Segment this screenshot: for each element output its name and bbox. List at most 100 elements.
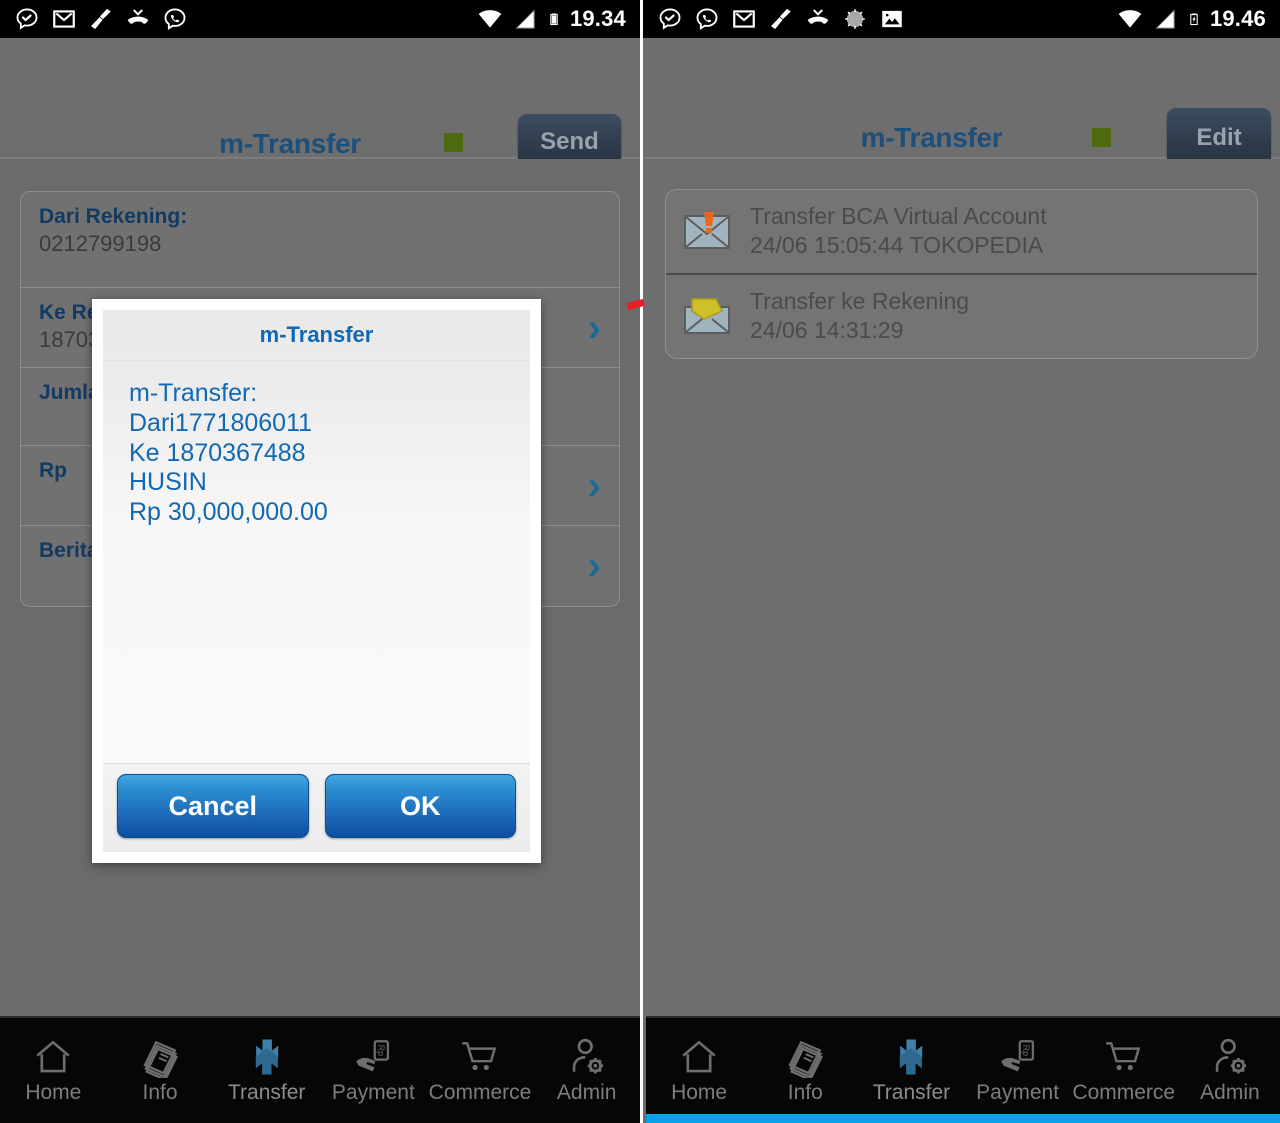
missed-call-icon (807, 9, 829, 24)
chevron-right-icon: › (587, 463, 601, 508)
nav-item-admin[interactable]: Admin (1177, 1018, 1280, 1103)
list-item[interactable]: Transfer ke Rekening 24/06 14:31:29 (666, 275, 1257, 358)
envelope-unread-icon (682, 210, 736, 252)
shopping-cart-icon (1099, 1030, 1149, 1078)
nav-label: Home (25, 1081, 82, 1104)
bottom-accent-bar (646, 1114, 1280, 1123)
nav-label: Commerce (1072, 1081, 1176, 1104)
cancel-button[interactable]: Cancel (117, 774, 309, 838)
payment-hand-money-icon: Rp (995, 1030, 1041, 1078)
chevron-right-icon: › (587, 305, 601, 350)
nav-item-transfer[interactable]: Transfer (858, 1018, 964, 1103)
status-bar-clock: 19.34 (569, 6, 626, 31)
dialog-title: m-Transfer (103, 310, 530, 361)
info-books-icon (782, 1030, 828, 1078)
chat-check-icon (659, 8, 681, 30)
transfer-arrows-icon (244, 1030, 290, 1078)
gmail-icon (53, 10, 75, 28)
admin-user-gear-icon (564, 1030, 610, 1078)
dialog-body: m-Transfer: Dari1771806011 Ke 1870367488… (103, 361, 530, 763)
nav-label: Admin (1200, 1081, 1260, 1104)
nav-label: Home (671, 1081, 728, 1104)
status-bar-right: 19.46 (643, 0, 1280, 38)
broom-icon (771, 8, 791, 30)
svg-text:Rp: Rp (1021, 1045, 1031, 1056)
nav-item-commerce[interactable]: Commerce (1071, 1018, 1177, 1103)
whatsapp-icon (164, 8, 186, 31)
message-list: Transfer BCA Virtual Account 24/06 15:05… (665, 189, 1258, 359)
nav-label: Transfer (872, 1081, 951, 1104)
wifi-icon (1118, 10, 1142, 28)
app-title-bar-right: m-Transfer Edit (643, 38, 1280, 168)
wifi-icon (478, 10, 502, 28)
payment-hand-money-icon: Rp (350, 1030, 396, 1078)
message-text: Transfer BCA Virtual Account 24/06 15:05… (750, 202, 1047, 261)
nav-label: Admin (556, 1081, 617, 1104)
nav-label: Info (787, 1081, 823, 1104)
image-icon (882, 10, 902, 28)
shopping-cart-icon (455, 1030, 505, 1078)
nav-item-home[interactable]: Home (0, 1018, 107, 1103)
ok-button[interactable]: OK (324, 774, 516, 838)
field-value: 0212799198 (39, 231, 162, 257)
home-icon (30, 1030, 76, 1078)
bottom-nav-left: Home Info Transfer Rp Payment Commerce A… (0, 1016, 640, 1123)
status-indicator-dot (444, 133, 463, 152)
nav-label: Payment (331, 1081, 415, 1104)
status-bar-system-icons: 19.34 (477, 6, 626, 32)
nav-label: Transfer (227, 1081, 306, 1104)
status-bar-notification-icons (14, 6, 188, 32)
dialog-line: Dari1771806011 (129, 408, 313, 437)
nav-item-commerce[interactable]: Commerce (427, 1018, 534, 1103)
message-subject: Transfer ke Rekening (750, 287, 970, 314)
spinner-icon (845, 9, 865, 29)
dialog-footer: Cancel OK (103, 763, 530, 852)
gmail-icon (733, 10, 755, 28)
battery-charging-icon (1190, 13, 1198, 26)
message-subject: Transfer BCA Virtual Account (750, 203, 1047, 229)
nav-item-info[interactable]: Info (752, 1018, 858, 1103)
status-bar-notification-icons (657, 6, 905, 32)
message-text: Transfer ke Rekening 24/06 14:31:29 (750, 287, 969, 346)
whatsapp-icon (696, 8, 718, 31)
nav-item-info[interactable]: Info (107, 1018, 214, 1103)
dialog-line: m-Transfer: (129, 379, 258, 407)
signal-icon (515, 9, 535, 29)
status-bar-clock: 19.46 (1209, 6, 1266, 31)
envelope-open-icon (682, 295, 736, 337)
nav-label: Info (142, 1081, 178, 1104)
nav-item-payment[interactable]: Rp Payment (965, 1018, 1071, 1103)
dual-screenshot-composite: 19.34 m-Transfer Send Dari Rekening: 021… (0, 0, 1280, 1123)
dialog-line: Rp 30,000,000.00 (129, 498, 328, 526)
status-bar-system-icons: 19.46 (1117, 6, 1266, 32)
nav-item-payment[interactable]: Rp Payment (320, 1018, 427, 1103)
signal-icon (1155, 9, 1175, 29)
battery-icon (550, 13, 558, 26)
field-row-dari-rekening[interactable]: Dari Rekening: 0212799198 (21, 192, 619, 288)
bottom-nav-right: Home Info Transfer Rp Payment Commerce A… (646, 1016, 1280, 1123)
message-meta: 24/06 14:31:29 (750, 317, 904, 344)
message-meta: 24/06 15:05:44 TOKOPEDIA (750, 232, 1044, 259)
missed-call-icon (127, 9, 149, 24)
field-label: Dari Rekening: (39, 205, 188, 228)
status-bar-left: 19.34 (0, 0, 640, 38)
dialog-line: HUSIN (129, 468, 207, 497)
nav-item-admin[interactable]: Admin (533, 1018, 640, 1103)
list-item[interactable]: Transfer BCA Virtual Account 24/06 15:05… (666, 190, 1257, 275)
screen-left-transfer-confirm: 19.34 m-Transfer Send Dari Rekening: 021… (0, 0, 640, 1123)
app-title-bar-left: m-Transfer Send (0, 38, 640, 170)
svg-text:Rp: Rp (376, 1045, 386, 1056)
chevron-right-icon: › (587, 544, 601, 588)
screen-right-transfer-success: 19.46 m-Transfer Edit Transfer BCA Virtu… (640, 0, 1280, 1123)
nav-item-home[interactable]: Home (646, 1018, 752, 1103)
nav-item-transfer[interactable]: Transfer (213, 1018, 320, 1103)
admin-user-gear-icon (1207, 1030, 1253, 1078)
status-indicator-dot (1092, 128, 1111, 147)
nav-label: Commerce (428, 1081, 532, 1104)
dialog-line: Ke 1870367488 (129, 438, 306, 467)
transfer-confirm-dialog: m-Transfer m-Transfer: Dari1771806011 Ke… (92, 299, 541, 863)
nav-label: Payment (976, 1081, 1060, 1104)
info-books-icon (137, 1030, 183, 1078)
broom-icon (91, 8, 111, 30)
home-icon (676, 1030, 722, 1078)
